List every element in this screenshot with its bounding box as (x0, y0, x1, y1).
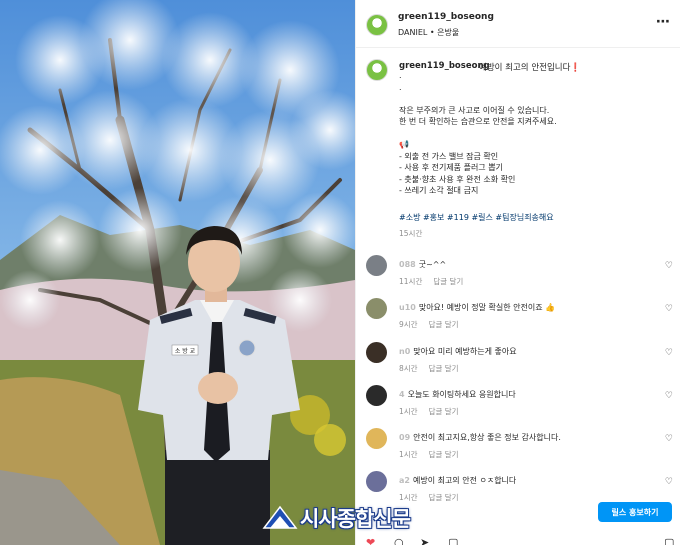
comment-username[interactable]: 4 (399, 390, 405, 399)
comment-username[interactable]: 088 (399, 260, 416, 269)
audio-subtitle[interactable]: DANIEL • 은방울 (398, 27, 459, 38)
promote-reels-button[interactable]: 릴스 홍보하기 (598, 502, 672, 522)
reply-button[interactable]: 답글 달기 (429, 320, 459, 329)
more-options-icon[interactable]: ⋯ (656, 14, 671, 30)
news-logo-icon (262, 505, 298, 529)
like-comment-heart-icon[interactable]: ♡ (665, 477, 673, 487)
comment-meta: 1시간 답글 달기 (399, 406, 470, 417)
comment-item: u10 맞아요! 예방이 정말 확실한 안전이죠 👍 9시간 답글 달기 ♡ (356, 298, 680, 342)
reply-button[interactable]: 답글 달기 (429, 407, 459, 416)
comment-body: 안전이 최고지요,항상 좋은 정보 감사합니다. (413, 433, 561, 442)
comment-icon[interactable]: ○ (394, 537, 404, 545)
comment-item: 4 오늘도 화이팅하세요 응원합니다 1시간 답글 달기 ♡ (356, 385, 680, 429)
reply-button[interactable]: 답글 달기 (429, 493, 459, 502)
caption-avatar[interactable] (366, 59, 388, 81)
comment-username[interactable]: u10 (399, 303, 416, 312)
comment-text: n0 맞아요 미리 예방하는게 좋아요 (399, 346, 517, 357)
comment-meta: 1시간 답글 달기 (399, 449, 470, 460)
comment-text: u10 맞아요! 예방이 정말 확실한 안전이죠 👍 (399, 302, 555, 313)
news-watermark: 시사종합신문 (262, 502, 411, 534)
comment-meta: 8시간 답글 달기 (399, 363, 470, 374)
comment-meta: 11시간 답글 달기 (399, 276, 474, 287)
share-icon[interactable]: ➤ (420, 537, 429, 545)
comment-time: 9시간 (399, 320, 418, 329)
comment-body: 오늘도 화이팅하세요 응원합니다 (407, 390, 516, 399)
like-comment-heart-icon[interactable]: ♡ (665, 348, 673, 358)
comment-meta: 9시간 답글 달기 (399, 319, 470, 330)
commenter-avatar[interactable] (366, 385, 387, 406)
comment-item: 09 안전이 최고지요,항상 좋은 정보 감사합니다. 1시간 답글 달기 ♡ (356, 428, 680, 472)
comment-item: 088 굿~^^ 11시간 답글 달기 ♡ (356, 255, 680, 299)
reply-button[interactable]: 답글 달기 (429, 450, 459, 459)
like-comment-heart-icon[interactable]: ♡ (665, 304, 673, 314)
like-heart-icon[interactable]: ❤ (366, 537, 375, 545)
commenter-avatar[interactable] (366, 298, 387, 319)
comment-body: 예방이 최고의 안전 ㅇㅈ합니다 (412, 476, 517, 485)
save-bookmark-icon[interactable]: ▢ (448, 537, 458, 545)
comment-time: 8시간 (399, 364, 418, 373)
comment-body: 맞아요! 예방이 정말 확실한 안전이죠 👍 (418, 303, 556, 312)
caption-hashtags[interactable]: #소방 #홍보 #119 #릴스 #팀장님죄송해요 (399, 212, 554, 223)
commenter-avatar[interactable] (366, 428, 387, 449)
bookmark-icon[interactable]: ▢ (664, 537, 674, 545)
comment-time: 1시간 (399, 450, 418, 459)
like-comment-heart-icon[interactable]: ♡ (665, 261, 673, 271)
comment-text: 4 오늘도 화이팅하세요 응원합니다 (399, 389, 516, 400)
comment-text: a2 예방이 최고의 안전 ㅇㅈ합니다 (399, 475, 516, 486)
author-avatar[interactable] (366, 14, 388, 36)
photo-illustration: 소 방 교 (0, 0, 355, 545)
commenter-avatar[interactable] (366, 255, 387, 276)
comment-time: 1시간 (399, 493, 418, 502)
comment-body: 굿~^^ (418, 260, 447, 269)
comment-item: n0 맞아요 미리 예방하는게 좋아요 8시간 답글 달기 ♡ (356, 342, 680, 386)
comment-time: 1시간 (399, 407, 418, 416)
author-username[interactable]: green119_boseong (398, 12, 494, 22)
comment-username[interactable]: a2 (399, 476, 410, 485)
comment-text: 088 굿~^^ (399, 259, 446, 270)
post-action-bar: ❤ ○ ➤ ▢ ▢ (356, 537, 680, 545)
caption-timestamp: 15시간 (399, 229, 423, 238)
commenter-avatar[interactable] (366, 342, 387, 363)
reply-button[interactable]: 답글 달기 (433, 277, 463, 286)
comment-username[interactable]: n0 (399, 347, 410, 356)
caption-body: . . 작은 부주의가 큰 사고로 이어질 수 있습니다. 한 번 더 확인하는… (399, 71, 557, 195)
post-detail-panel: green119_boseong DANIEL • 은방울 ⋯ green119… (355, 0, 680, 545)
comment-text: 09 안전이 최고지요,항상 좋은 정보 감사합니다. (399, 432, 561, 443)
watermark-text: 시사종합신문 (300, 507, 411, 531)
commenter-avatar[interactable] (366, 471, 387, 492)
comment-body: 맞아요 미리 예방하는게 좋아요 (413, 347, 517, 356)
reply-button[interactable]: 답글 달기 (429, 364, 459, 373)
like-comment-heart-icon[interactable]: ♡ (665, 434, 673, 444)
post-photo[interactable]: 소 방 교 (0, 0, 355, 545)
name-badge-text: 소 방 교 (175, 347, 196, 355)
post-header: green119_boseong DANIEL • 은방울 ⋯ (356, 0, 680, 48)
comment-username[interactable]: 09 (399, 433, 410, 442)
comment-time: 11시간 (399, 277, 423, 286)
like-comment-heart-icon[interactable]: ♡ (665, 391, 673, 401)
